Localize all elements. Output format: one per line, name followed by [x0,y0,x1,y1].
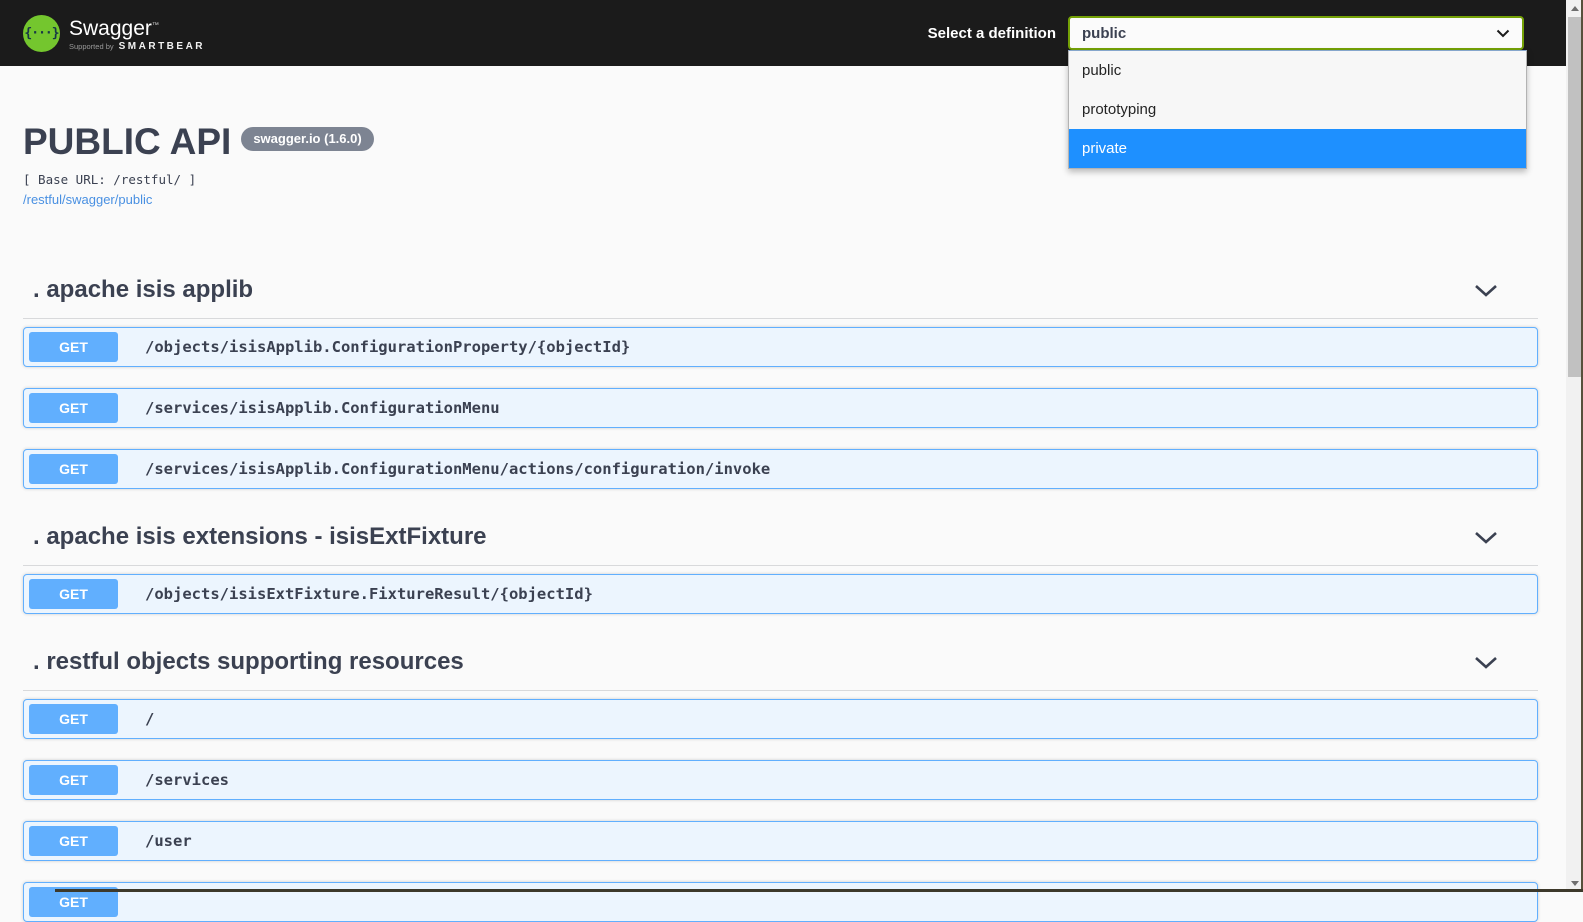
spec-link[interactable]: /restful/swagger/public [23,192,152,207]
tag-header[interactable]: . restful objects supporting resources [23,634,1538,691]
method-badge: GET [29,332,118,362]
method-badge: GET [29,826,118,856]
method-badge: GET [29,765,118,795]
endpoint-path: /services [145,771,229,789]
tag-title: . apache isis applib [33,276,254,303]
method-badge: GET [29,704,118,734]
definition-select[interactable]: public [1068,16,1524,50]
supported-by-label: Supported by [69,41,114,51]
api-tag-section: . apache isis applib GET /objects/isisAp… [23,262,1538,489]
brand-subtitle: Supported by SMARTBEAR [69,41,205,52]
scroll-down-icon [1570,881,1579,886]
endpoint-row[interactable]: GET [23,882,1538,922]
dropdown-option[interactable]: prototyping [1069,90,1526,129]
main-content: PUBLIC API swagger.io (1.6.0) [ Base URL… [0,66,1566,922]
endpoint-row[interactable]: GET /services/isisApplib.ConfigurationMe… [23,449,1538,489]
endpoint-path: /objects/isisExtFixture.FixtureResult/{o… [145,585,593,603]
endpoint-row[interactable]: GET /objects/isisExtFixture.FixtureResul… [23,574,1538,614]
method-badge: GET [29,454,118,484]
definition-selector-area: Select a definition public [928,16,1524,50]
chevron-down-icon[interactable] [1474,284,1498,297]
chevron-down-icon[interactable] [1474,656,1498,669]
swagger-brand: {···} Swagger™ Supported by SMARTBEAR [23,14,205,52]
endpoint-list: GET /objects/isisApplib.ConfigurationPro… [23,319,1538,489]
select-definition-label: Select a definition [927,24,1056,42]
base-url: [ Base URL: /restful/ ] [23,172,197,187]
chevron-down-icon [1496,29,1510,38]
smartbear-label: SMARTBEAR [118,40,206,52]
endpoint-path: / [145,710,155,728]
endpoint-path: /services/isisApplib.ConfigurationMenu/a… [145,460,771,478]
brand-name: Swagger™ [69,16,159,40]
endpoint-path: /objects/isisApplib.ConfigurationPropert… [145,338,631,356]
definition-select-value: public [1082,24,1127,42]
tag-header[interactable]: . apache isis extensions - isisExtFixtur… [23,509,1538,566]
brand-text: Swagger™ Supported by SMARTBEAR [69,15,205,52]
definition-dropdown-list: public prototyping private [1068,50,1527,169]
dropdown-option[interactable]: private [1069,129,1526,168]
tag-title: . apache isis extensions - isisExtFixtur… [33,523,487,550]
endpoint-path: /services/isisApplib.ConfigurationMenu [145,399,500,417]
endpoint-path: /user [145,832,192,850]
swagger-logo-icon: {···} [23,14,60,52]
tag-title: . restful objects supporting resources [33,648,464,675]
chevron-down-icon[interactable] [1474,531,1498,544]
endpoint-row[interactable]: GET /services [23,760,1538,800]
page-title: PUBLIC API [23,121,232,162]
api-tag-section: . apache isis extensions - isisExtFixtur… [23,509,1538,614]
scrollbar-thumb[interactable] [1568,17,1581,377]
endpoint-row[interactable]: GET /objects/isisApplib.ConfigurationPro… [23,327,1538,367]
endpoint-row[interactable]: GET /services/isisApplib.ConfigurationMe… [23,388,1538,428]
endpoint-list: GET /objects/isisExtFixture.FixtureResul… [23,566,1538,614]
endpoint-row[interactable]: GET /user [23,821,1538,861]
trademark: ™ [151,21,159,29]
method-badge: GET [29,579,118,609]
version-badge: swagger.io (1.6.0) [241,127,374,151]
scroll-up-icon [1570,6,1579,11]
dropdown-option[interactable]: public [1069,51,1526,90]
endpoint-list: GET / GET /services GET /user GET [23,691,1538,922]
tag-header[interactable]: . apache isis applib [23,262,1538,319]
endpoint-row[interactable]: GET / [23,699,1538,739]
method-badge: GET [29,393,118,423]
api-tag-section: . restful objects supporting resources G… [23,634,1538,922]
api-sections: . apache isis applib GET /objects/isisAp… [23,262,1538,922]
